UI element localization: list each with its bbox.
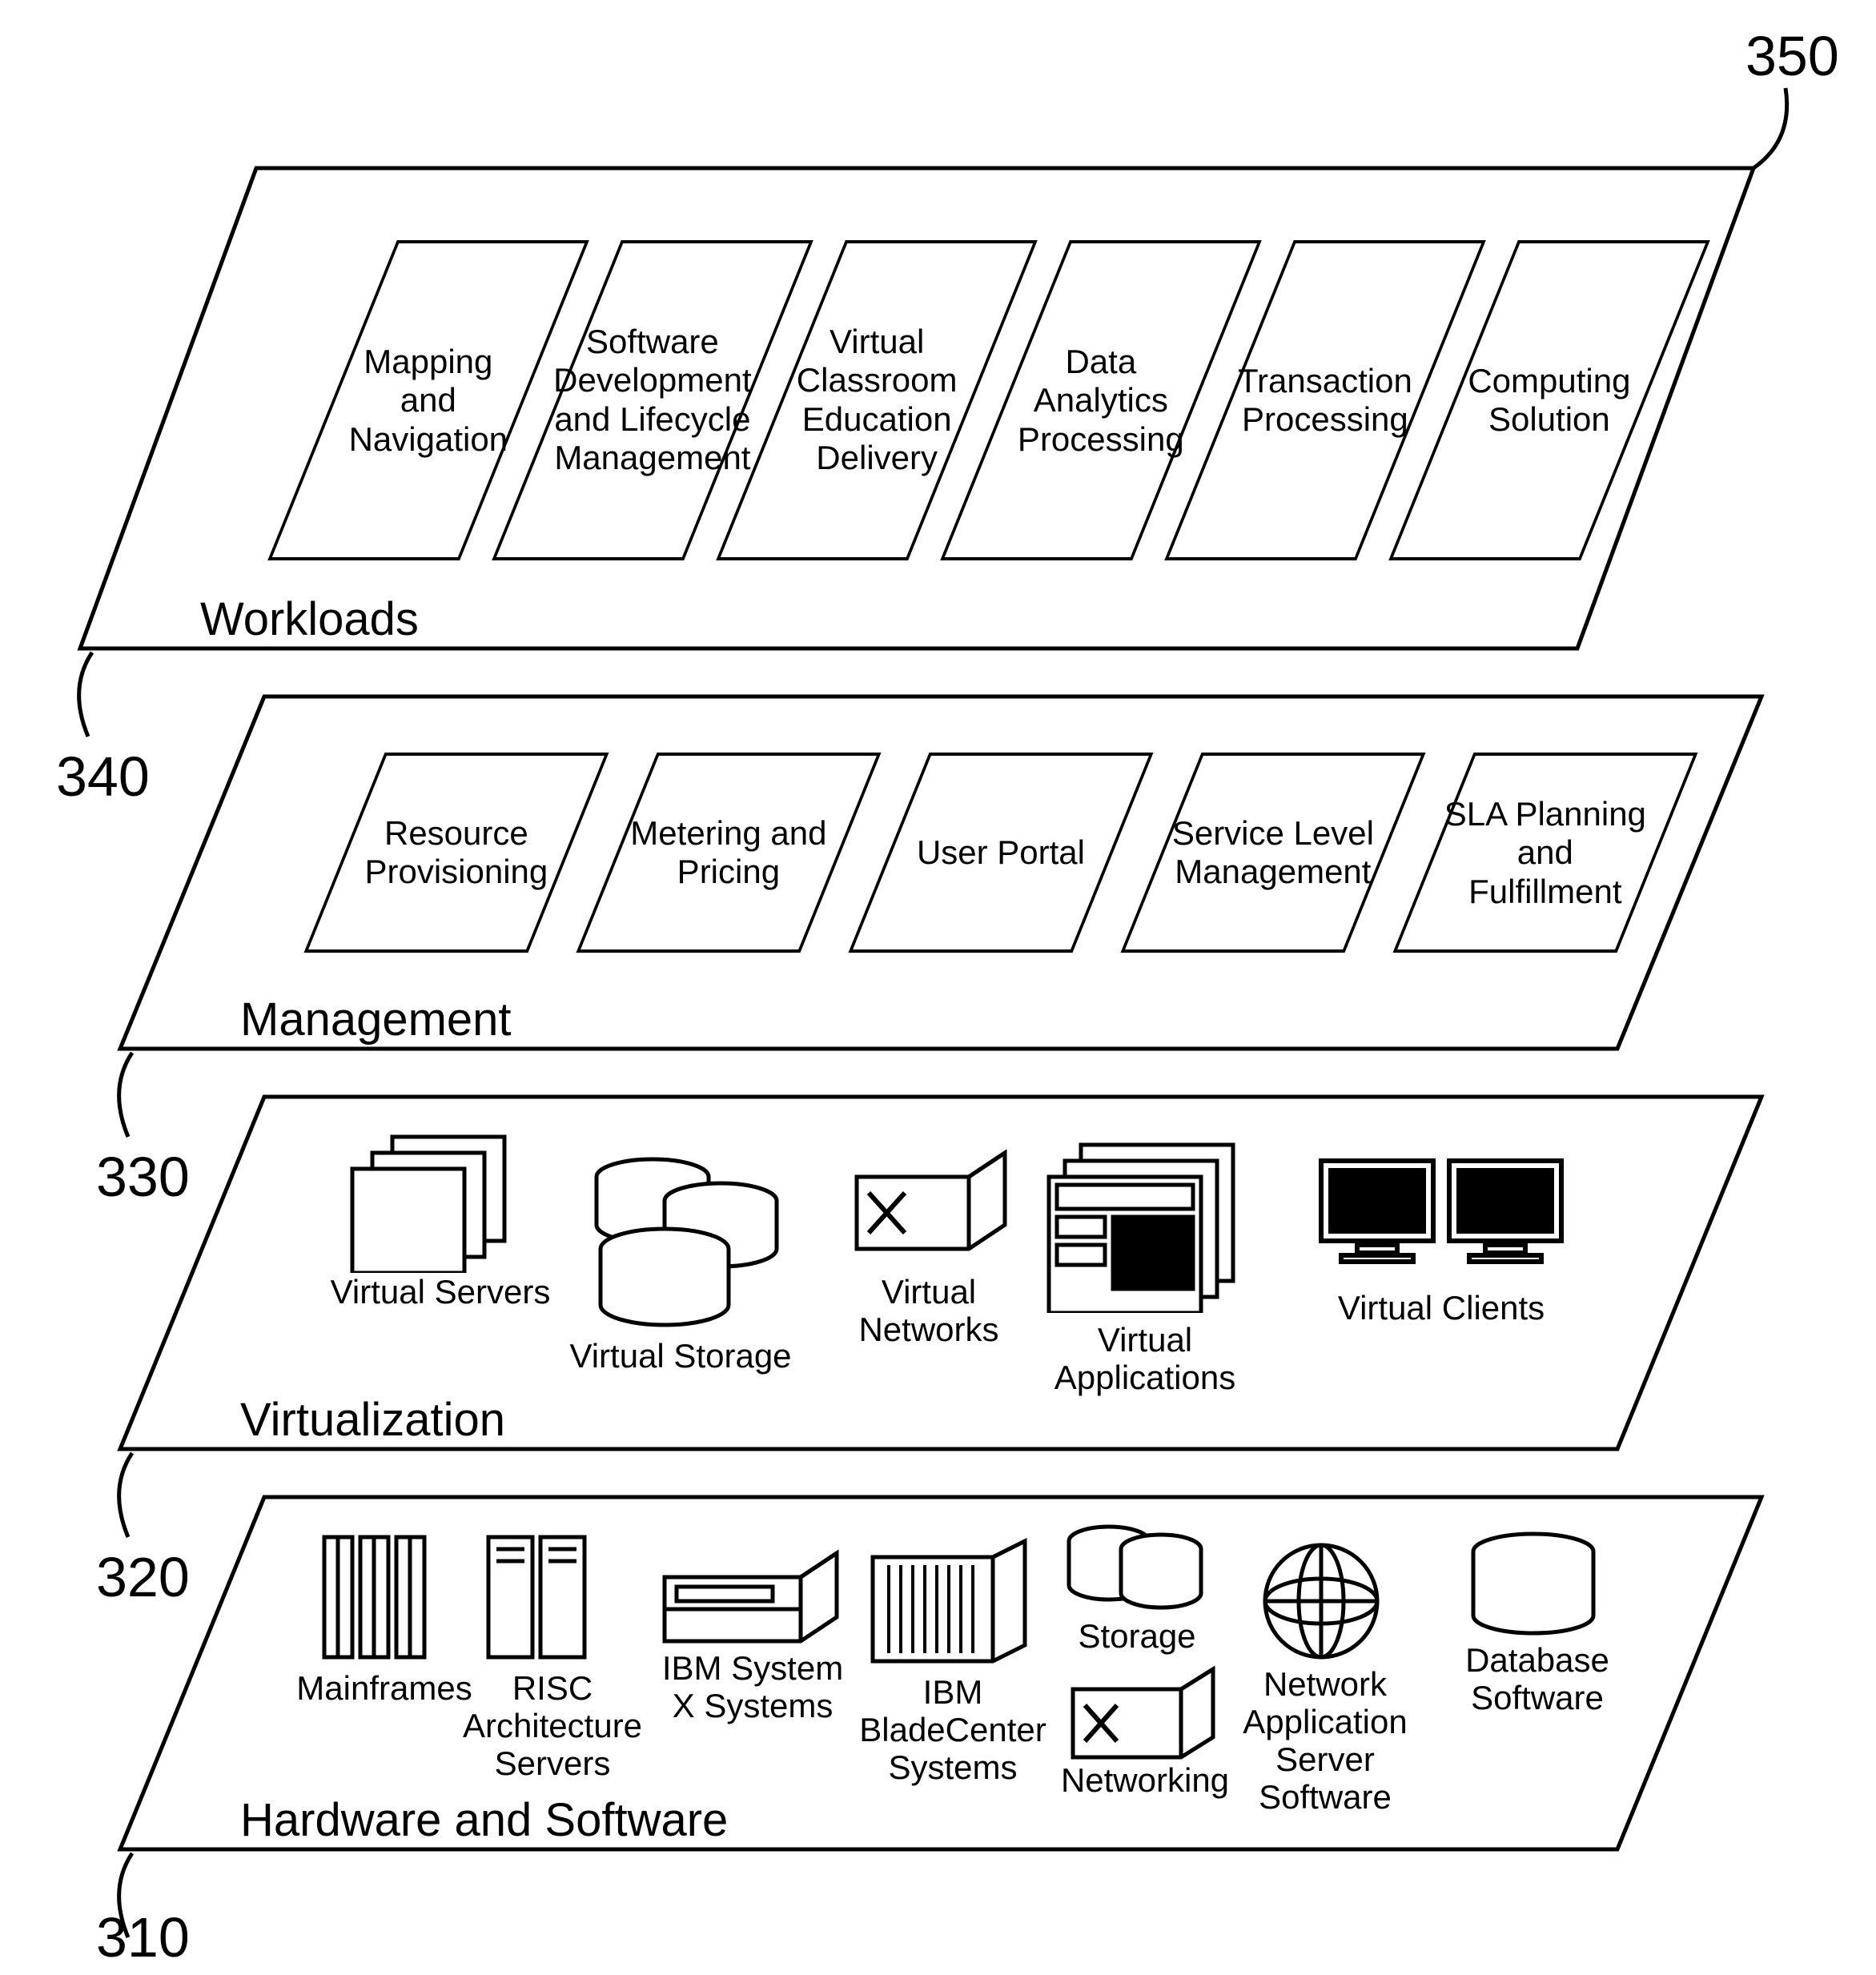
virtual-servers-icon bbox=[344, 1129, 520, 1273]
networking-label: Networking bbox=[1041, 1761, 1249, 1799]
risc-servers-icon bbox=[480, 1529, 617, 1665]
virtual-networks-icon bbox=[849, 1145, 1017, 1265]
ref-310: 310 bbox=[96, 1905, 190, 1969]
bladecenter-label: IBM BladeCenter Systems bbox=[849, 1673, 1057, 1786]
layer-title-management: Management bbox=[240, 993, 512, 1046]
virtual-storage-icon bbox=[576, 1153, 785, 1329]
virtual-clients-icon bbox=[1313, 1153, 1569, 1289]
ref-320: 320 bbox=[96, 1545, 190, 1609]
ref-330: 330 bbox=[96, 1145, 190, 1209]
virtual-applications-label: Virtual Applications bbox=[1033, 1321, 1257, 1396]
diagram-canvas: 350 340 330 320 310 Workloads Mapping an… bbox=[0, 0, 1876, 1975]
database-label: Database Software bbox=[1433, 1641, 1641, 1716]
networking-icon bbox=[1065, 1661, 1225, 1765]
system-x-icon bbox=[657, 1545, 849, 1649]
system-x-label: IBM System X Systems bbox=[649, 1649, 857, 1724]
layer-title-hardware: Hardware and Software bbox=[240, 1793, 728, 1847]
database-icon bbox=[1465, 1529, 1601, 1641]
net-app-server-label: Network Application Server Software bbox=[1221, 1665, 1429, 1816]
mainframes-icon bbox=[316, 1529, 452, 1665]
ref-340: 340 bbox=[56, 745, 150, 809]
storage-label: Storage bbox=[1033, 1617, 1241, 1655]
ref-350: 350 bbox=[1745, 24, 1839, 88]
layer-title-workloads: Workloads bbox=[200, 592, 419, 646]
risc-servers-label: RISC Architecture Servers bbox=[448, 1669, 657, 1782]
layer-title-virtualization: Virtualization bbox=[240, 1393, 505, 1447]
virtual-applications-icon bbox=[1041, 1137, 1249, 1313]
virtual-clients-label: Virtual Clients bbox=[1337, 1289, 1545, 1327]
globe-icon bbox=[1257, 1537, 1385, 1665]
bladecenter-icon bbox=[865, 1533, 1033, 1669]
virtual-servers-label: Virtual Servers bbox=[328, 1273, 552, 1311]
storage-icon bbox=[1057, 1521, 1209, 1617]
virtual-networks-label: Virtual Networks bbox=[825, 1273, 1033, 1348]
virtual-storage-label: Virtual Storage bbox=[560, 1337, 801, 1375]
